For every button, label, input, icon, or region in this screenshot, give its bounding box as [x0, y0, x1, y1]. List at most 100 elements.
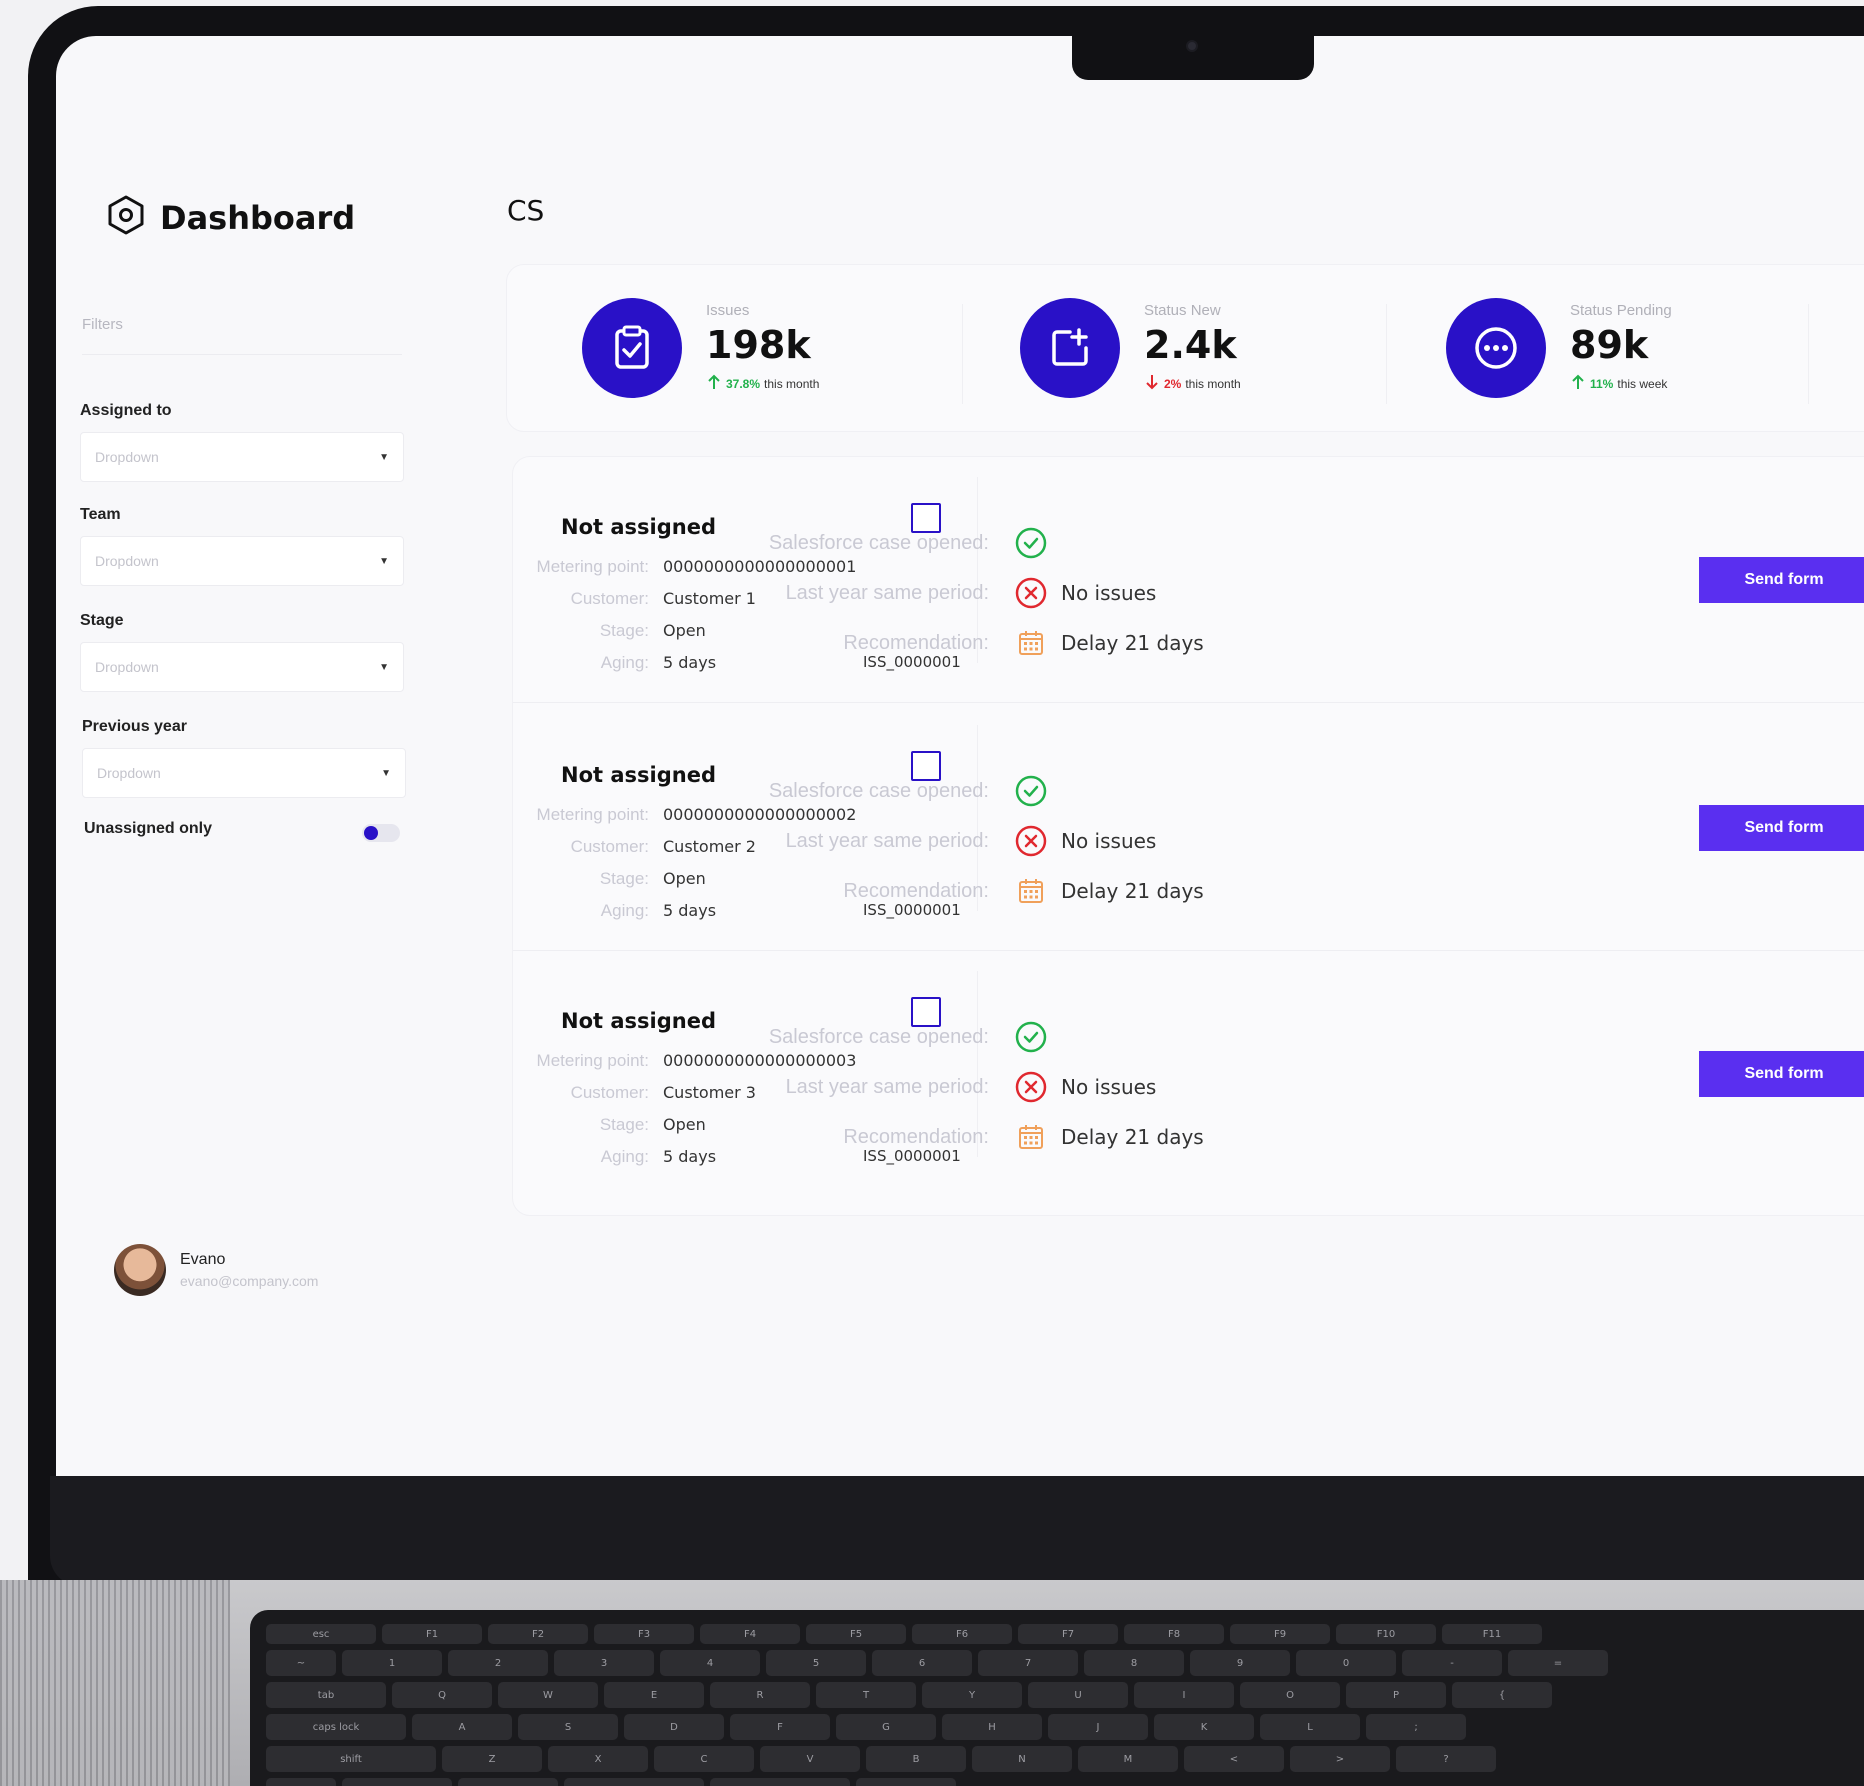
keyboard-key: G: [836, 1714, 936, 1740]
stage-row: Stage: Open: [513, 621, 706, 641]
keyboard-key: F4: [700, 1624, 800, 1644]
keyboard-key: tab: [266, 1682, 386, 1708]
keyboard-key: {: [1452, 1682, 1552, 1708]
toggle-knob: [364, 826, 378, 840]
stat-status-pending: Status Pending 89k 11% this week: [1446, 298, 1672, 398]
keyboard-key: option: [458, 1778, 558, 1786]
metering-label: Metering point:: [536, 557, 649, 576]
keyboard: esc F1 F2 F3 F4 F5 F6 F7 F8 F9 F10 F11 ~1 2 3 4 5 6 7 8 9 0-…: [250, 1610, 1864, 1786]
keyboard-key: 5: [766, 1650, 866, 1676]
keyboard-key: Z: [442, 1746, 542, 1772]
keyboard-key: F9: [1230, 1624, 1330, 1644]
filter-label-team: Team: [80, 506, 121, 523]
issue-card: Not assigned Metering point: 000000000000…: [513, 705, 1864, 951]
metering-label: Metering point:: [536, 805, 649, 824]
stat-value: 2.4k: [1144, 323, 1237, 367]
keyboard-key: F10: [1336, 1624, 1436, 1644]
card-title: Not assigned: [561, 763, 716, 787]
issue-card: Not assigned Metering point: 000000000000…: [513, 951, 1864, 1197]
last-year-label: Last year same period:: [785, 1075, 989, 1098]
keyboard-key: N: [972, 1746, 1072, 1772]
keyboard-row-numbers: ~1 2 3 4 5 6 7 8 9 0- =: [266, 1650, 1864, 1676]
card-title: Not assigned: [561, 515, 716, 539]
keyboard-key: T: [816, 1682, 916, 1708]
keyboard-key: ~: [266, 1650, 336, 1676]
customer-label: Customer:: [570, 1083, 649, 1102]
stat-period: this week: [1617, 376, 1668, 391]
keyboard-key: D: [624, 1714, 724, 1740]
stat-period: this month: [1185, 376, 1241, 391]
clipboard-check-icon: [582, 298, 682, 398]
keyboard-key: shift: [266, 1746, 436, 1772]
hexagon-logo-icon: [106, 194, 146, 241]
recommendation-label: Recomendation:: [843, 879, 989, 902]
stage-dropdown[interactable]: Dropdown ▼: [80, 642, 404, 692]
sidebar: Dashboard Filters Assigned to Dropdown ▼…: [56, 36, 426, 1476]
aging-label: Aging:: [600, 901, 649, 920]
keyboard-key: F7: [1018, 1624, 1118, 1644]
keyboard-key: B: [866, 1746, 966, 1772]
keyboard-key: L: [1260, 1714, 1360, 1740]
unassigned-only-toggle[interactable]: [362, 824, 400, 842]
aging-label: Aging:: [600, 1147, 649, 1166]
keyboard-key: F11: [1442, 1624, 1542, 1644]
stat-label: Status Pending: [1570, 302, 1672, 319]
x-circle-icon: [1015, 825, 1047, 857]
stage-value: Open: [663, 621, 706, 640]
assigned-to-dropdown[interactable]: Dropdown ▼: [80, 432, 404, 482]
keyboard-row-function: esc F1 F2 F3 F4 F5 F6 F7 F8 F9 F10 F11: [266, 1624, 1864, 1644]
stat-pct: 37.8%: [726, 376, 761, 391]
keyboard-key: 9: [1190, 1650, 1290, 1676]
user-email: evano@company.com: [180, 1273, 319, 1289]
stat-trend: 2% this month: [1144, 373, 1241, 394]
add-document-icon: [1020, 298, 1120, 398]
user-profile[interactable]: Evano evano@company.com: [114, 1244, 318, 1296]
keyboard-row-home: caps lock A S D F G H J K L;: [266, 1714, 1864, 1740]
send-form-button[interactable]: Send form: [1699, 805, 1864, 851]
metering-value: 0000000000000000003: [663, 1051, 857, 1070]
stage-value: Open: [663, 1115, 706, 1134]
keyboard-key: ;: [1366, 1714, 1466, 1740]
keyboard-key: 3: [554, 1650, 654, 1676]
send-form-button[interactable]: Send form: [1699, 1051, 1864, 1097]
aging-row: Aging: 5 days: [513, 653, 716, 673]
dropdown-placeholder: Dropdown: [97, 765, 161, 781]
caret-down-icon: ▼: [379, 451, 389, 463]
metering-row: Metering point: 0000000000000000002: [513, 805, 857, 825]
stat-status-new: Status New 2.4k 2% this month: [1020, 298, 1241, 398]
keyboard-key: C: [654, 1746, 754, 1772]
aging-row: Aging: 5 days: [513, 1147, 716, 1167]
brand[interactable]: Dashboard: [106, 194, 355, 241]
previous-year-dropdown[interactable]: Dropdown ▼: [82, 748, 406, 798]
keyboard-key: K: [1154, 1714, 1254, 1740]
keyboard-key: H: [942, 1714, 1042, 1740]
keyboard-key: esc: [266, 1624, 376, 1644]
keyboard-key: >: [1290, 1746, 1390, 1772]
team-dropdown[interactable]: Dropdown ▼: [80, 536, 404, 586]
keyboard-key: R: [710, 1682, 810, 1708]
keyboard-key: <: [1184, 1746, 1284, 1772]
keyboard-key: F8: [1124, 1624, 1224, 1644]
send-form-button[interactable]: Send form: [1699, 557, 1864, 603]
calendar-icon: [1015, 875, 1047, 907]
calendar-icon: [1015, 627, 1047, 659]
keyboard-key: fn: [266, 1778, 336, 1786]
stat-value: 89k: [1570, 323, 1649, 367]
stat-issues: Issues 198k 37.8% this month: [582, 298, 819, 398]
keyboard-key: 7: [978, 1650, 1078, 1676]
app-title: Dashboard: [160, 198, 356, 237]
dropdown-placeholder: Dropdown: [95, 449, 159, 465]
issue-card: Not assigned Metering point: 000000000000…: [513, 457, 1864, 703]
keyboard-key: command: [564, 1778, 704, 1786]
keyboard-key: 0: [1296, 1650, 1396, 1676]
card-separator: [513, 702, 1864, 703]
customer-label: Customer:: [570, 589, 649, 608]
laptop-screen: Dashboard Filters Assigned to Dropdown ▼…: [56, 36, 1864, 1476]
keyboard-key: ?: [1396, 1746, 1496, 1772]
salesforce-label: Salesforce case opened:: [768, 779, 989, 802]
recommendation-row: Recomendation: Delay 21 days: [733, 875, 1204, 907]
aging-value: 5 days: [663, 901, 717, 920]
stat-trend: 11% this week: [1570, 373, 1672, 394]
keyboard-key: E: [604, 1682, 704, 1708]
keyboard-key: caps lock: [266, 1714, 406, 1740]
